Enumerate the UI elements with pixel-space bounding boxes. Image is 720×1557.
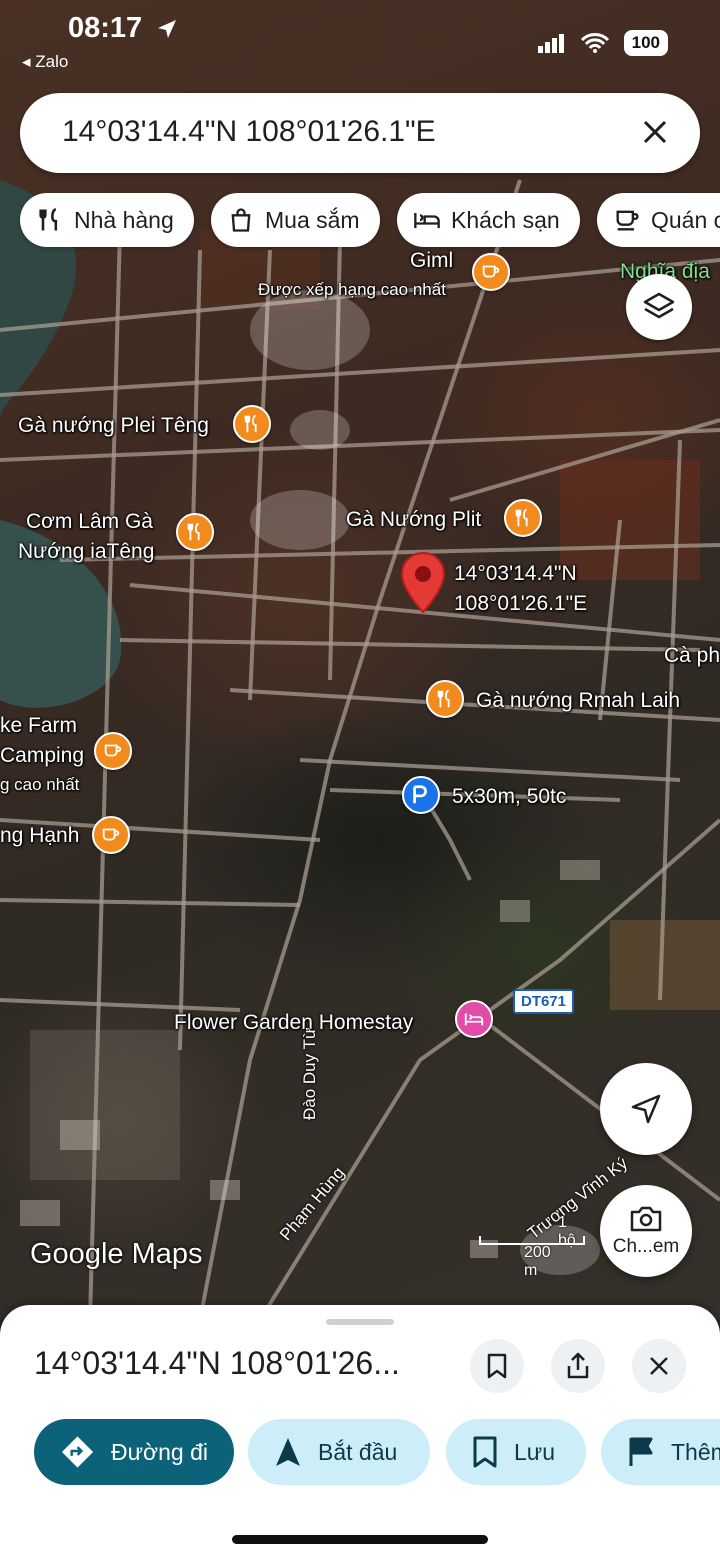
share-button[interactable]: [551, 1339, 605, 1393]
road-label-dao-duy-tu: Đào Duy Từ: [300, 1027, 319, 1120]
poi-label-plei-teng[interactable]: Gà nướng Plei Têng: [18, 413, 209, 438]
cafe-icon[interactable]: [94, 732, 132, 770]
poi-label-com-lam-2[interactable]: Nướng iaTêng: [18, 539, 154, 564]
bookmark-icon: [473, 1436, 497, 1468]
pin-label-lng: 108°01'26.1"E: [454, 592, 588, 615]
status-bar: 08:17 ◂ Zalo 100: [0, 0, 720, 80]
status-time: 08:17: [68, 12, 143, 44]
cafe-icon[interactable]: [92, 816, 130, 854]
route-shield: DT671: [513, 989, 575, 1014]
action-label: Thêm: [671, 1438, 720, 1465]
poi-label-camping[interactable]: Camping: [0, 743, 84, 768]
save-action-button[interactable]: Lưu: [446, 1419, 586, 1485]
lens-button[interactable]: Ch...em: [600, 1185, 692, 1277]
chip-label: Mua sắm: [265, 206, 360, 233]
poi-label-com-lam-1[interactable]: Cơm Lâm Gà: [26, 509, 153, 534]
chip-shopping[interactable]: Mua sắm: [211, 193, 380, 247]
shopping-bag-icon: [231, 208, 251, 232]
fork-knife-icon: [39, 208, 58, 231]
hotel-icon[interactable]: [455, 1000, 493, 1038]
start-button[interactable]: Bắt đầu: [248, 1419, 430, 1485]
chip-label: Khách sạn: [451, 206, 560, 233]
my-location-button[interactable]: [600, 1063, 692, 1155]
location-arrow-icon: [158, 20, 176, 38]
search-query[interactable]: 14°03'14.4"N 108°01'26.1"E: [62, 115, 436, 149]
action-label: Bắt đầu: [318, 1438, 398, 1465]
back-to-app[interactable]: ◂ Zalo: [22, 52, 68, 72]
chip-hotels[interactable]: Khách sạn: [397, 193, 580, 247]
location-pin-icon[interactable]: [400, 551, 446, 615]
poi-label-flower-garden[interactable]: Flower Garden Homestay: [174, 1010, 413, 1035]
restaurant-icon[interactable]: [233, 405, 271, 443]
cellular-signal-icon: [537, 34, 564, 53]
place-bottom-sheet[interactable]: 14°03'14.4"N 108°01'26... Đường đi Bắt đ…: [0, 1305, 720, 1557]
action-label: Lưu: [514, 1438, 555, 1465]
navigation-arrow-icon: [276, 1438, 300, 1466]
cafe-icon[interactable]: [472, 253, 510, 291]
directions-button[interactable]: Đường đi: [34, 1419, 234, 1485]
poi-sublabel-camping: g cao nhất: [0, 775, 80, 794]
share-icon: [567, 1352, 589, 1379]
chip-label: Nhà hàng: [74, 206, 174, 233]
battery-indicator: 100: [623, 30, 668, 56]
parking-icon[interactable]: [402, 776, 440, 814]
clear-search-button[interactable]: [634, 111, 676, 153]
chip-cafes[interactable]: Quán c: [597, 193, 720, 247]
camera-search-icon: [630, 1206, 662, 1232]
sheet-drag-handle[interactable]: [326, 1319, 394, 1325]
directions-icon: [61, 1436, 94, 1468]
navigation-arrow-icon: [631, 1094, 661, 1124]
place-title: 14°03'14.4"N 108°01'26...: [34, 1345, 400, 1381]
poi-label-lake-farm[interactable]: ke Farm: [0, 713, 77, 738]
chip-label: Quán c: [651, 206, 720, 233]
coffee-icon: [616, 210, 639, 231]
search-bar[interactable]: 14°03'14.4"N 108°01'26.1"E: [20, 93, 700, 173]
more-button[interactable]: Thêm: [601, 1419, 720, 1485]
back-app-label: Zalo: [35, 52, 69, 71]
poi-label-giml[interactable]: Giml: [410, 248, 453, 273]
bookmark-icon: [487, 1353, 507, 1379]
lens-label: Ch...em: [612, 1236, 680, 1257]
poi-sublabel-giml: Được xếp hạng cao nhất: [258, 280, 446, 299]
layers-icon: [643, 292, 675, 319]
restaurant-icon[interactable]: [176, 513, 214, 551]
home-indicator[interactable]: [232, 1535, 488, 1544]
poi-label-plit[interactable]: Gà Nướng Plit: [346, 507, 481, 532]
flag-icon: [629, 1437, 653, 1466]
layers-button[interactable]: [626, 274, 692, 340]
scale-meters: 200 m: [524, 1244, 551, 1279]
restaurant-icon[interactable]: [504, 499, 542, 537]
chip-restaurants[interactable]: Nhà hàng: [20, 193, 194, 247]
poi-label-hanh[interactable]: ng Hạnh: [0, 823, 79, 848]
close-icon: [643, 120, 667, 144]
poi-label-parking[interactable]: 5x30m, 50tc: [452, 784, 566, 809]
pin-label-lat: 14°03'14.4"N: [454, 562, 577, 585]
bed-icon: [414, 213, 440, 229]
poi-label-ca-phe[interactable]: Cà ph: [664, 643, 720, 668]
action-label: Đường đi: [111, 1438, 208, 1465]
google-maps-watermark: Google Maps: [30, 1238, 203, 1270]
restaurant-icon[interactable]: [426, 680, 464, 718]
close-icon: [650, 1357, 668, 1375]
close-sheet-button[interactable]: [632, 1339, 686, 1393]
save-button[interactable]: [470, 1339, 524, 1393]
poi-label-rmah-laih[interactable]: Gà nướng Rmah Laih: [476, 688, 680, 713]
wifi-icon: [580, 33, 609, 53]
